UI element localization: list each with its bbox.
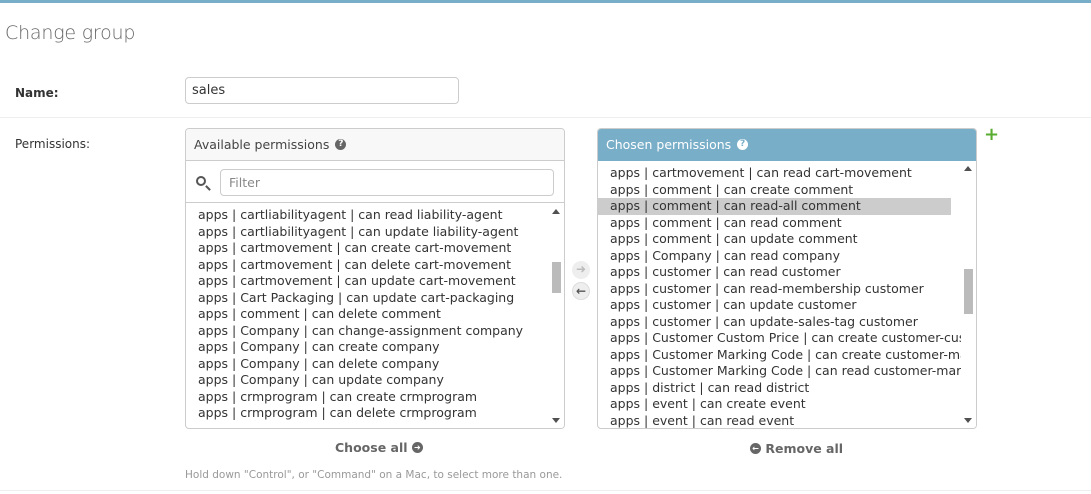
- scroll-thumb[interactable]: [964, 269, 973, 314]
- remove-arrow-button[interactable]: ←: [572, 282, 590, 300]
- permission-option[interactable]: apps | event | can read event: [598, 413, 961, 429]
- scroll-up-icon[interactable]: [964, 166, 972, 171]
- help-text: Hold down "Control", or "Command" on a M…: [185, 469, 563, 481]
- scroll-down-icon[interactable]: [964, 418, 972, 423]
- choose-all-button[interactable]: Choose all ➜: [335, 440, 423, 455]
- row-divider: [0, 117, 1091, 118]
- permission-option[interactable]: apps | Company | can delete company: [186, 356, 549, 373]
- question-circle-icon: ?: [737, 139, 749, 150]
- scroll-down-icon[interactable]: [552, 418, 560, 423]
- chosen-permissions-header: Chosen permissions?: [598, 129, 976, 161]
- permission-option[interactable]: apps | cartmovement | can update cart-mo…: [186, 273, 549, 290]
- remove-all-button[interactable]: ← Remove all: [750, 441, 843, 456]
- name-input[interactable]: sales: [185, 77, 459, 104]
- permission-option[interactable]: apps | customer | can read-membership cu…: [598, 281, 961, 298]
- remove-all-label: Remove all: [765, 441, 844, 456]
- permission-option[interactable]: apps | Company | can create company: [186, 339, 549, 356]
- question-circle-icon: ?: [335, 139, 347, 150]
- filter-input[interactable]: Filter: [220, 169, 554, 196]
- permission-option[interactable]: apps | cartmovement | can read cart-move…: [598, 165, 961, 182]
- add-arrow-button[interactable]: ➜: [572, 261, 590, 279]
- top-accent-bar: [0, 0, 1091, 3]
- scroll-up-icon[interactable]: [552, 209, 560, 214]
- available-permissions-list[interactable]: apps | cartliabilityagent | can read lia…: [186, 207, 549, 428]
- scroll-thumb[interactable]: [552, 262, 561, 293]
- available-permissions-header: Available permissions?: [186, 129, 564, 161]
- permission-option[interactable]: apps | cartmovement | can create cart-mo…: [186, 240, 549, 257]
- permissions-label: Permissions:: [15, 137, 91, 151]
- permission-option[interactable]: apps | customer | can read customer: [598, 264, 961, 281]
- permission-option[interactable]: apps | Customer Marking Code | can read …: [598, 363, 961, 380]
- available-permissions-title: Available permissions: [194, 137, 330, 152]
- permission-option[interactable]: apps | Company | can update company: [186, 372, 549, 389]
- permission-option[interactable]: apps | comment | can create comment: [598, 182, 961, 199]
- permission-option[interactable]: apps | crmprogram | can create crmprogra…: [186, 389, 549, 406]
- available-scrollbar[interactable]: [549, 204, 564, 428]
- permission-option[interactable]: apps | comment | can update comment: [598, 231, 961, 248]
- arrow-right-circle-icon: ➜: [411, 442, 423, 453]
- chosen-permissions-box: Chosen permissions? apps | cartmovement …: [597, 128, 977, 429]
- permission-option[interactable]: apps | cartliabilityagent | can read lia…: [186, 207, 549, 224]
- filter-row: Filter: [186, 161, 564, 203]
- chosen-permissions-list[interactable]: apps | cartmovement | can read cart-move…: [598, 165, 961, 428]
- chosen-permissions-title: Chosen permissions: [606, 137, 732, 152]
- permission-option[interactable]: apps | cartmovement | can delete cart-mo…: [186, 257, 549, 274]
- permission-option[interactable]: apps | comment | can read comment: [598, 215, 961, 232]
- permission-option[interactable]: apps | customer | can update-sales-tag c…: [598, 314, 961, 331]
- page-title: Change group: [5, 22, 136, 44]
- available-permissions-box: Available permissions? Filter apps | car…: [185, 128, 565, 429]
- permission-option[interactable]: apps | Customer Marking Code | can creat…: [598, 347, 961, 364]
- arrow-left-circle-icon: ←: [750, 443, 761, 454]
- permission-option[interactable]: apps | customer | can update customer: [598, 297, 961, 314]
- chosen-scrollbar[interactable]: [961, 161, 976, 428]
- permission-option[interactable]: apps | comment | can delete comment: [186, 306, 549, 323]
- permission-option[interactable]: apps | event | can create event: [598, 396, 961, 413]
- permission-option[interactable]: apps | Company | can change-assignment c…: [186, 323, 549, 340]
- permission-option[interactable]: apps | comment | can read-all comment: [598, 198, 951, 215]
- name-label: Name:: [15, 86, 59, 100]
- bottom-divider: [0, 490, 1091, 491]
- permission-option[interactable]: apps | Customer Custom Price | can creat…: [598, 330, 961, 347]
- permission-option[interactable]: apps | crmprogram | can delete crmprogra…: [186, 405, 549, 422]
- plus-icon[interactable]: +: [984, 126, 999, 144]
- choose-all-label: Choose all: [335, 440, 408, 455]
- permission-option[interactable]: apps | Company | can read company: [598, 248, 961, 265]
- permission-option[interactable]: apps | cartliabilityagent | can update l…: [186, 224, 549, 241]
- search-icon: [196, 176, 206, 186]
- permission-option[interactable]: apps | district | can read district: [598, 380, 961, 397]
- permission-option[interactable]: apps | Cart Packaging | can update cart-…: [186, 290, 549, 307]
